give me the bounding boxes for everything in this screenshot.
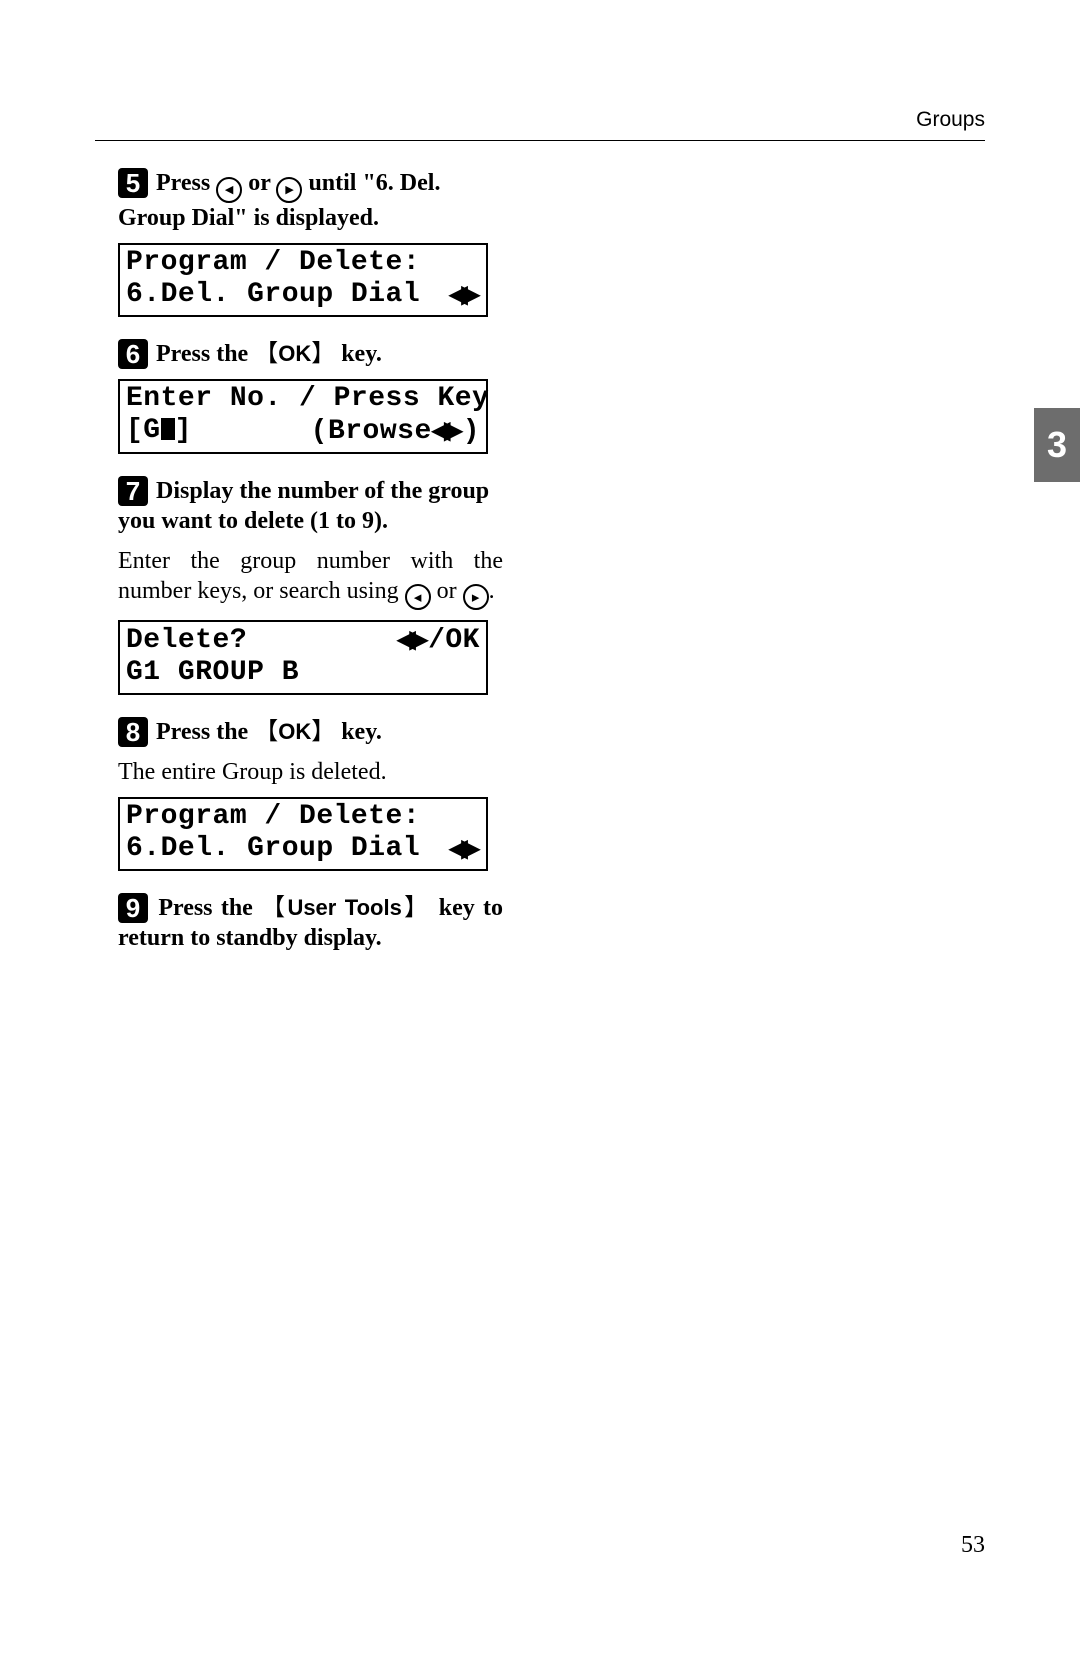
lr-arrow-icon: ◀▶ (432, 417, 463, 444)
lcd-display-1: Program / Delete: 6.Del. Group Dial ◀▶ (118, 243, 488, 317)
text-fragment: Press (156, 170, 216, 196)
chapter-tab: 3 (1034, 408, 1080, 482)
left-arrow-icon: ◂ (216, 177, 242, 203)
step-8: 8 Press the OK key. The entire Group is … (118, 717, 503, 871)
text-fragment: ] (175, 415, 192, 446)
lcd-line: G1 GROUP B (126, 657, 299, 689)
text-fragment: or (431, 578, 463, 604)
lcd-display-3: Delete? ◀▶/OK G1 GROUP B (118, 620, 488, 695)
ok-key: OK (254, 719, 335, 744)
lcd-display-2: Enter No. / Press Key [G] (Browse◀▶) (118, 379, 488, 454)
text-fragment: Press the (156, 341, 254, 367)
step-number-badge: 7 (118, 476, 148, 506)
cursor-block-icon (161, 418, 175, 440)
lcd-line: [G] (126, 415, 192, 447)
left-arrow-icon: ◂ (405, 584, 431, 610)
text-fragment: Press the (156, 719, 254, 745)
lr-arrow-icon: ◀▶ (449, 279, 480, 311)
lcd-line: Delete? (126, 625, 247, 657)
text-fragment: (Browse (311, 416, 432, 447)
step-9: 9 Press the User Tools key to return to … (118, 893, 503, 953)
text-fragment: ) (463, 416, 480, 447)
lr-arrow-icon: ◀▶ (449, 833, 480, 865)
text-fragment: Press the (158, 895, 261, 921)
text-fragment: . (489, 578, 495, 604)
manual-page: Groups 3 5 Press ◂ or ▸ until "6. Del. G… (0, 0, 1080, 1669)
lcd-line: (Browse◀▶) (311, 415, 480, 448)
content-column: 5 Press ◂ or ▸ until "6. Del. Group Dial… (118, 168, 503, 953)
lcd-display-4: Program / Delete: 6.Del. Group Dial ◀▶ (118, 797, 488, 871)
step-number-badge: 8 (118, 717, 148, 747)
step-number-badge: 9 (118, 893, 148, 923)
step-text: Press the OK key. (156, 341, 382, 367)
step-text: Display the number of the group you want… (118, 478, 489, 534)
user-tools-key: User Tools (261, 895, 430, 920)
lcd-line: 6.Del. Group Dial (126, 279, 420, 311)
text-fragment: key. (335, 719, 382, 745)
lcd-line: 6.Del. Group Dial (126, 833, 420, 865)
lcd-line: ◀▶/OK (397, 624, 480, 657)
step-5: 5 Press ◂ or ▸ until "6. Del. Group Dial… (118, 168, 503, 317)
step-7: 7 Display the number of the group you wa… (118, 476, 503, 696)
ok-key: OK (254, 341, 335, 366)
step-body: The entire Group is deleted. (118, 757, 503, 787)
step-6: 6 Press the OK key. Enter No. / Press Ke… (118, 339, 503, 454)
header-rule (95, 140, 985, 141)
page-number: 53 (961, 1532, 985, 1559)
running-header: Groups (916, 108, 985, 132)
step-body: Enter the group number with the number k… (118, 546, 503, 611)
step-text: Press the OK key. (156, 719, 382, 745)
step-number-badge: 5 (118, 168, 148, 198)
step-number-badge: 6 (118, 339, 148, 369)
text-fragment: or (242, 170, 276, 196)
step-text: Press the User Tools key to return to st… (118, 895, 503, 951)
text-fragment: [G (126, 415, 161, 446)
text-fragment: /OK (428, 625, 480, 656)
lcd-line: Enter No. / Press Key (126, 383, 489, 415)
lcd-line: Program / Delete: (126, 247, 420, 279)
lcd-line: Program / Delete: (126, 801, 420, 833)
lr-arrow-icon: ◀▶ (397, 626, 428, 653)
right-arrow-icon: ▸ (463, 584, 489, 610)
right-arrow-icon: ▸ (276, 177, 302, 203)
text-fragment: key. (335, 341, 382, 367)
step-text: Press ◂ or ▸ until "6. Del. Group Dial" … (118, 170, 440, 231)
